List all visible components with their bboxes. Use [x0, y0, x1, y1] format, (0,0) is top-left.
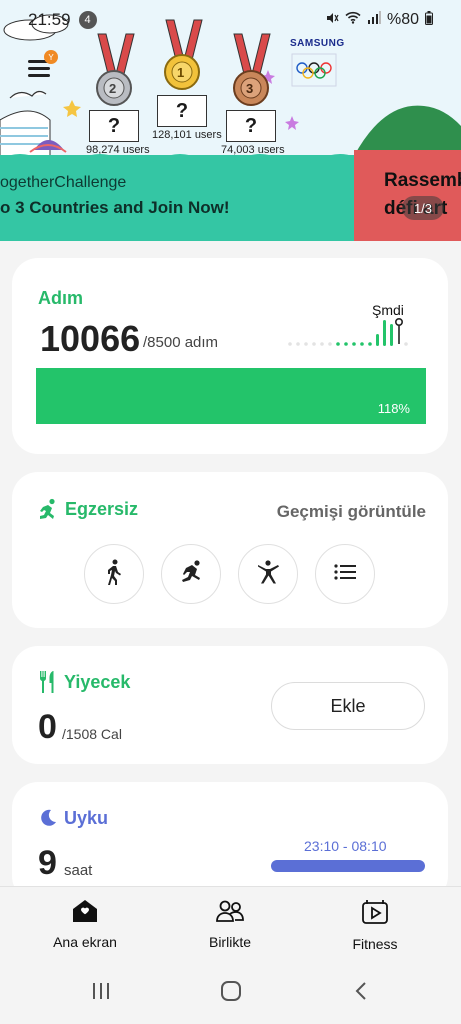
medal-rank-1: 1	[177, 65, 185, 80]
banner-wave-decoration	[0, 154, 354, 165]
sleep-hours-unit: saat	[64, 862, 93, 879]
next-slide-title-line1: Rassemb	[384, 170, 461, 191]
recent-apps-icon	[91, 981, 111, 1006]
nav-home[interactable]: Ana ekran	[30, 899, 140, 950]
medal-rank-3: 3	[246, 81, 254, 96]
banner-red-block	[354, 150, 461, 241]
fork-knife-icon	[38, 670, 58, 699]
medal-2-question-box: ?	[89, 110, 139, 142]
battery-percent: %80	[386, 11, 419, 28]
home-system-button[interactable]	[216, 980, 246, 1006]
moon-icon	[38, 808, 58, 833]
run-icon	[178, 559, 204, 590]
home-square-icon	[220, 980, 242, 1007]
food-title: Yiyecek	[64, 672, 131, 692]
steps-card[interactable]: Adım 10066 /8500 adım Şmdi 118%	[12, 258, 448, 454]
steps-percent: 118%	[377, 401, 410, 416]
run-button[interactable]	[161, 544, 221, 604]
back-button[interactable]	[346, 980, 376, 1006]
sleep-card[interactable]: Uyku 9 saat 23:10 - 08:10	[12, 782, 448, 902]
back-chevron-icon	[354, 981, 368, 1006]
medal-rank-2: 2	[109, 81, 117, 96]
banner-hill-illustration	[354, 105, 461, 156]
view-history-link[interactable]: Geçmişi görüntüle	[277, 502, 426, 522]
menu-button[interactable]: Y	[28, 50, 58, 86]
steps-title: Adım	[38, 288, 83, 308]
exercise-list-button[interactable]	[315, 544, 375, 604]
status-icons: %80	[325, 10, 433, 30]
medal-3-question-box: ?	[226, 110, 276, 142]
walk-icon	[102, 559, 126, 590]
battery-icon	[425, 10, 433, 30]
sleep-time-range: 23:10 - 08:10	[304, 838, 387, 854]
recent-apps-button[interactable]	[86, 980, 116, 1006]
exercise-icon	[36, 498, 60, 527]
medal-1-question-box: ?	[157, 95, 207, 127]
nav-together-label: Birlikte	[208, 934, 251, 950]
wifi-icon	[345, 11, 361, 29]
bottom-navigation: Ana ekran Birlikte Fitness	[0, 886, 461, 960]
status-bar: 21:59 4 %80	[0, 0, 461, 40]
workout-button[interactable]	[238, 544, 298, 604]
menu-notification-badge: Y	[44, 50, 58, 64]
steps-goal: /8500 adım	[143, 334, 219, 351]
sleep-duration-bar	[271, 860, 425, 872]
nav-home-label: Ana ekran	[53, 934, 117, 950]
workout-icon	[255, 559, 281, 590]
nav-fitness-label: Fitness	[352, 936, 398, 952]
people-icon	[215, 899, 245, 928]
exercise-title: Egzersiz	[65, 499, 139, 519]
walk-button[interactable]	[84, 544, 144, 604]
list-icon	[334, 563, 356, 586]
food-calories-goal: /1508 Cal	[62, 726, 122, 742]
exercise-card[interactable]: Egzersiz Geçmişi görüntüle	[12, 472, 448, 628]
menu-icon-line	[28, 74, 50, 77]
add-food-button[interactable]: Ekle	[271, 682, 425, 730]
signal-icon	[367, 11, 381, 29]
notification-count-badge: 4	[78, 11, 97, 29]
menu-icon-line	[28, 67, 50, 70]
food-calories-value: 0	[38, 708, 57, 746]
home-icon	[72, 899, 98, 928]
nav-together[interactable]: Birlikte	[175, 899, 285, 950]
carousel-page-indicator: 1/3	[402, 196, 444, 220]
steps-hourly-sparkline	[288, 317, 408, 346]
fitness-video-icon	[361, 899, 389, 930]
mute-icon	[325, 11, 339, 30]
steps-value: 10066	[40, 318, 141, 359]
system-navigation-bar	[0, 960, 461, 1024]
sleep-hours-value: 9	[38, 844, 57, 882]
steps-progress-bar: 118%	[36, 368, 426, 424]
banner-hashtag: ogetherChallenge	[0, 174, 127, 191]
food-card[interactable]: Yiyecek 0 /1508 Cal Ekle	[12, 646, 448, 764]
banner-title: o 3 Countries and Join Now!	[0, 198, 230, 217]
nav-fitness[interactable]: Fitness	[320, 899, 430, 952]
sleep-title: Uyku	[64, 808, 109, 828]
medal-1-users: 128,101 users	[152, 129, 222, 141]
status-time: 21:59	[28, 10, 71, 29]
